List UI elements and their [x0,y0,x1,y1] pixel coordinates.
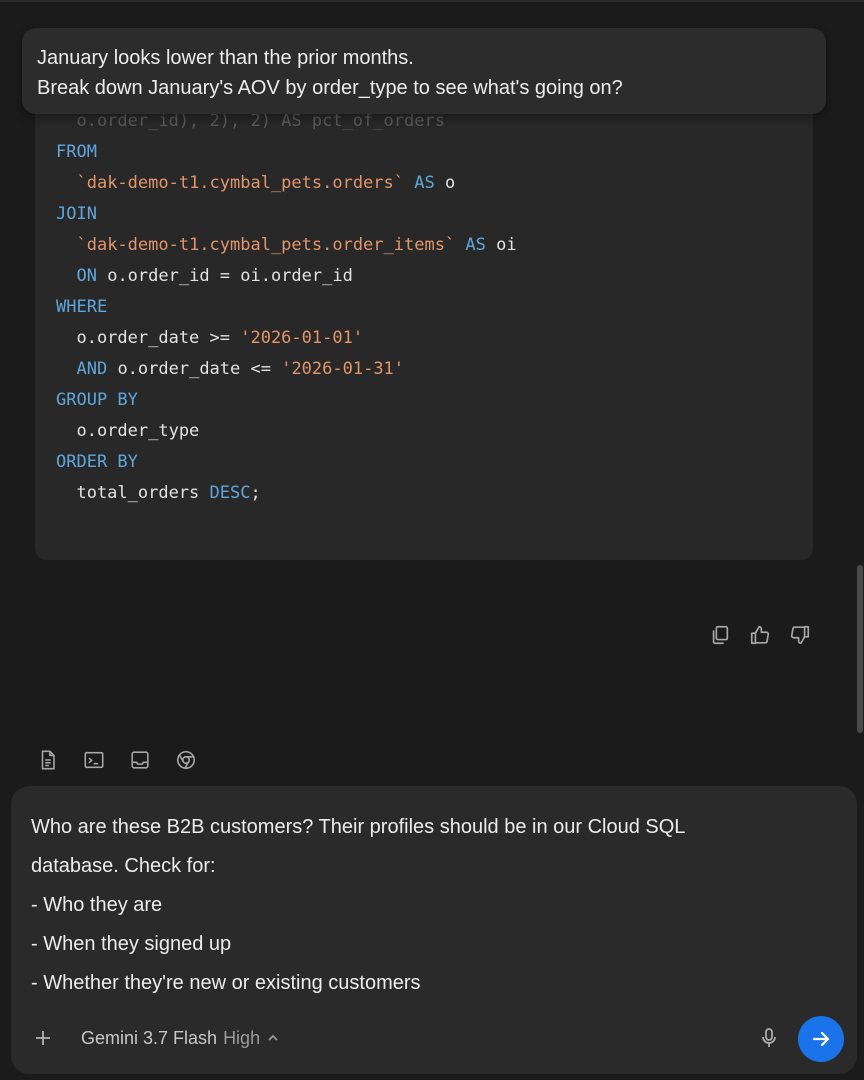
code-line: ORDER BY [56,447,517,478]
add-button[interactable] [31,1026,55,1050]
code-token: GROUP BY [56,390,138,410]
code-token: o.order_date >= [56,328,241,348]
code-line: AND o.order_date <= '2026-01-31' [56,354,517,385]
code-token: o.order_type [56,421,200,441]
attach-file-button[interactable] [36,748,60,772]
code-line: FROM [56,137,517,168]
scrollbar-thumb[interactable] [857,565,863,733]
inbox-icon [131,751,149,769]
model-variant: High [223,1027,261,1048]
code-token: '2026-01-31' [281,359,405,379]
code-token: '2026-01-01' [240,328,364,348]
code-token: AS [455,235,486,255]
code-line: total_orders DESC; [56,478,517,509]
chrome-icon [176,750,196,770]
code-lines: o.order_id), 2), 2) AS pct_of_orders FROM… [56,106,517,509]
code-token: AND [76,359,108,379]
model-name: Gemini 3.7 Flash [81,1027,218,1048]
code-line: WHERE [56,292,517,323]
code-line: JOIN [56,199,517,230]
code-token: total_orders [56,483,210,503]
thumbs-up-button[interactable] [748,623,772,647]
code-token: FROM [56,142,97,162]
thumbs-down-icon [790,625,810,645]
window-top-border [0,0,864,2]
send-button[interactable] [798,1016,844,1062]
chat-window: o.order_id), 2), 2) AS pct_of_orders FROM… [0,0,864,1080]
thumbs-down-button[interactable] [788,623,812,647]
sql-code-block: o.order_id), 2), 2) AS pct_of_orders FROM… [35,96,813,560]
copy-icon [712,625,729,645]
code-token: DESC [209,483,251,503]
code-token: ON [76,266,97,286]
prompt-input-text[interactable]: Who are these B2B customers? Their profi… [31,808,831,1003]
plus-icon [36,1031,50,1045]
context-toolbar [36,748,198,772]
code-line: `dak-demo-t1.cymbal_pets.orders` AS o [56,168,517,199]
code-token: `dak-demo-t1.cymbal_pets.order_items` [76,235,456,255]
code-token: `dak-demo-t1.cymbal_pets.orders` [76,173,404,193]
code-line: GROUP BY [56,385,517,416]
input-bottom-bar: Gemini 3.7 Flash High [11,1004,857,1074]
code-token: oi [485,235,517,255]
response-actions [708,623,812,647]
code-token: o [434,173,456,193]
code-token: AS [404,173,435,193]
chevron-up-icon [268,1034,278,1041]
copy-button[interactable] [708,623,732,647]
terminal-button[interactable] [82,748,106,772]
code-token: o.order_date <= [107,359,282,379]
code-line: `dak-demo-t1.cymbal_pets.order_items` AS… [56,230,517,261]
prompt-line: database. Check for: [31,855,216,877]
user-message-line: Break down January's AOV by order_type t… [37,77,623,99]
code-token: o.order_id), 2), 2) AS pct_of_orders [56,111,445,131]
code-token: ; [250,483,261,503]
user-message-line: January looks lower than the prior month… [37,47,414,69]
code-token: o.order_id = oi.order_id [96,266,353,286]
inbox-button[interactable] [128,748,152,772]
prompt-line: - Who they are [31,894,163,916]
chrome-button[interactable] [174,748,198,772]
code-line: o.order_type [56,416,517,447]
file-icon [41,750,55,770]
user-message-bubble: January looks lower than the prior month… [22,28,826,114]
code-token: ORDER BY [56,452,138,472]
microphone-icon [762,1028,776,1047]
prompt-line: Who are these B2B customers? Their profi… [31,816,686,838]
prompt-line: - When they signed up [31,933,232,955]
model-selector[interactable]: Gemini 3.7 Flash High [81,1024,280,1052]
prompt-line: - Whether they're new or existing custom… [31,972,421,994]
code-line: ON o.order_id = oi.order_id [56,261,517,292]
code-token: WHERE [56,297,108,317]
code-line: o.order_date >= '2026-01-01' [56,323,517,354]
microphone-button[interactable] [757,1025,781,1051]
prompt-input-box[interactable]: Who are these B2B customers? Their profi… [11,786,857,1074]
terminal-icon [84,751,104,769]
thumbs-up-icon [750,625,770,645]
code-token: JOIN [56,204,97,224]
arrow-right-icon [812,1031,830,1047]
